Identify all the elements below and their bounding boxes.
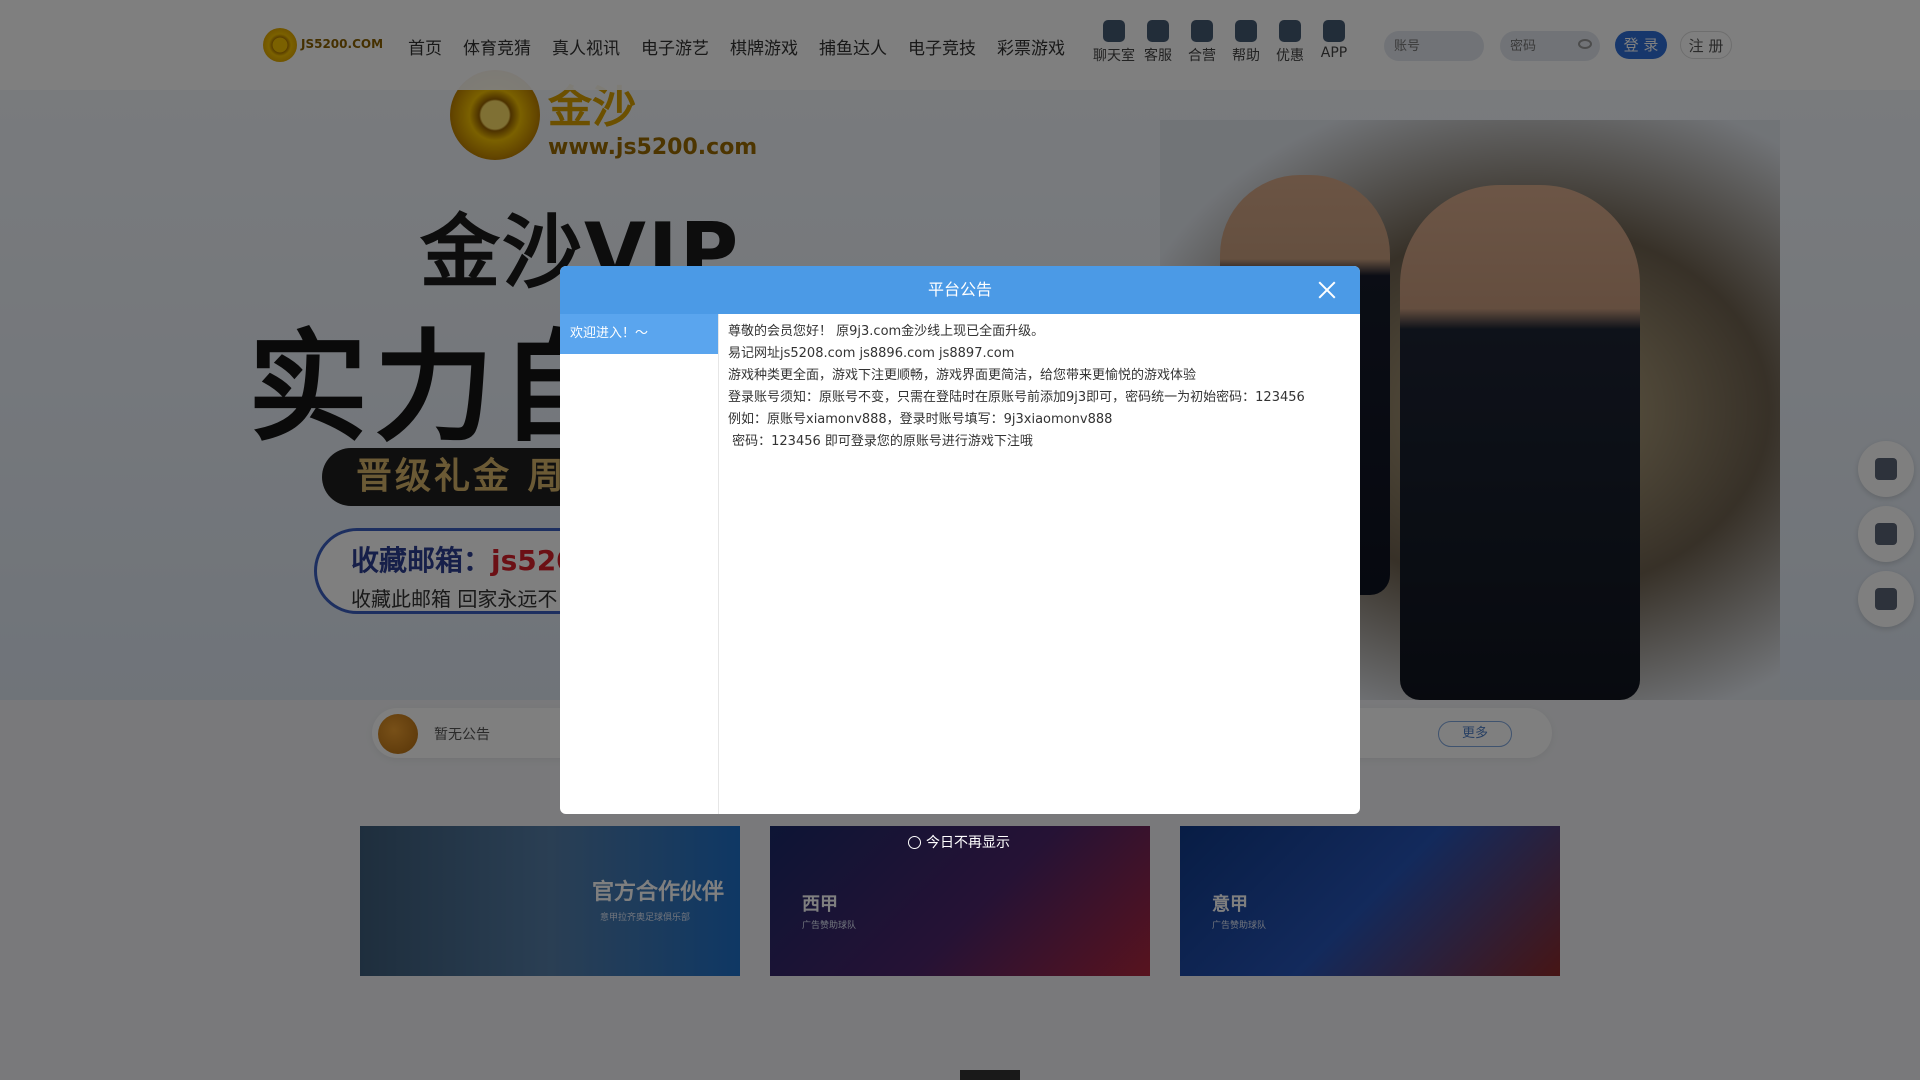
announcement-line: 易记网址js5208.com js8896.com js8897.com <box>728 346 1015 361</box>
announcement-line: 密码：123456 即可登录您的原账号进行游戏下注哦 <box>728 434 1033 449</box>
announcement-line: 登录账号须知：原账号不变，只需在登陆时在原账号前添加9j3即可，密码统一为初始密… <box>728 390 1305 405</box>
announcement-line: 例如：原账号xiamonv888，登录时账号填写：9j3xiaomonv888 <box>728 412 1113 427</box>
dont-show-today-toggle[interactable]: 今日不再显示 <box>908 832 1010 852</box>
announcement-tab-welcome[interactable]: 欢迎进入！～ <box>560 314 718 354</box>
modal-header: 平台公告 <box>560 266 1360 314</box>
modal-title: 平台公告 <box>927 280 992 299</box>
announcement-line: 游戏种类更全面，游戏下注更顺畅，游戏界面更简洁，给您带来更愉悦的游戏体验 <box>728 368 1197 383</box>
radio-icon[interactable] <box>908 835 921 849</box>
announcement-line: 尊敬的会员您好！ 原9j3.com金沙线上现已全面升级。 <box>728 324 1045 339</box>
announcement-list: 欢迎进入！～ <box>560 314 719 814</box>
announcement-modal: 平台公告 欢迎进入！～ 尊敬的会员您好！ 原9j3.com金沙线上现已全面升级。… <box>560 266 1360 814</box>
announcement-content: 尊敬的会员您好！ 原9j3.com金沙线上现已全面升级。 易记网址js5208.… <box>728 321 1353 453</box>
dont-show-today-label: 今日不再显示 <box>926 835 1010 851</box>
close-icon[interactable] <box>1316 279 1338 301</box>
